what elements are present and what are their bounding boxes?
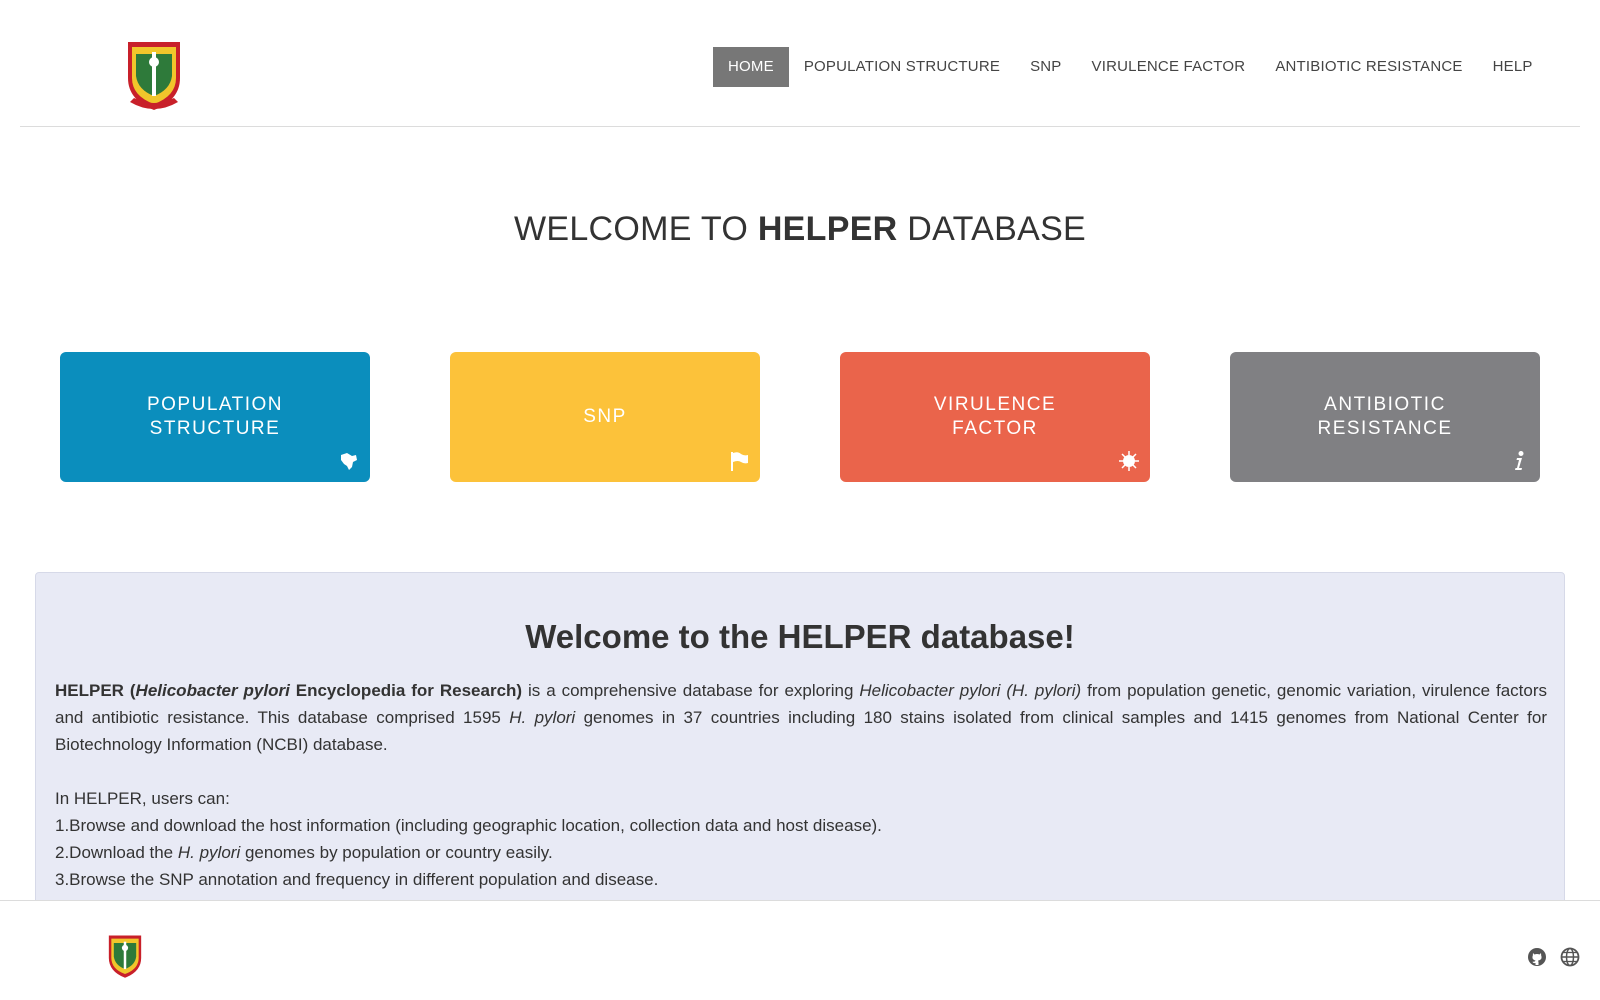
main-nav: HOME POPULATION STRUCTURE SNP VIRULENCE … [713, 47, 1548, 87]
users-can-label: In HELPER, users can: [55, 789, 230, 808]
nav-virulence-factor[interactable]: VIRULENCE FACTOR [1077, 47, 1261, 87]
title-prefix: WELCOME TO [513, 210, 758, 248]
panel-title: Welcome to the HELPER database! [525, 618, 1075, 655]
tile-label: POPULATION STRUCTURE [146, 394, 284, 439]
nav-help[interactable]: HELP [1478, 47, 1548, 87]
population-structure-tile[interactable]: POPULATION STRUCTURE [60, 352, 370, 482]
panel-body: HELPER (Helicobacter pylori Encyclopedia… [55, 677, 1547, 893]
list-item: 2.Download the H. pylori genomes by popu… [55, 843, 553, 862]
site-header: HOME POPULATION STRUCTURE SNP VIRULENCE … [20, 0, 1580, 127]
tile-label: ANTIBIOTIC RESISTANCE [1317, 394, 1453, 439]
nav-antibiotic-resistance[interactable]: ANTIBIOTIC RESISTANCE [1260, 47, 1477, 87]
list-item: 1.Browse and download the host informati… [55, 816, 882, 835]
nav-population-structure[interactable]: POPULATION STRUCTURE [789, 47, 1015, 87]
virulence-factor-tile[interactable]: VIRULENCE FACTOR [840, 352, 1150, 482]
globe-icon[interactable] [1560, 947, 1580, 967]
tile-label: SNP [583, 406, 627, 427]
university-logo[interactable] [124, 38, 184, 112]
page-title: WELCOME TO HELPER DATABASE [0, 210, 1600, 249]
info-icon [1515, 451, 1524, 470]
flag-icon [731, 452, 748, 471]
title-suffix: DATABASE [897, 210, 1087, 248]
helper-name: HELPER (Helicobacter pylori Encyclopedia… [55, 681, 523, 700]
tile-label: VIRULENCE FACTOR [933, 394, 1057, 439]
nav-home[interactable]: HOME [713, 47, 789, 87]
github-icon[interactable] [1527, 947, 1547, 967]
map-icon [341, 453, 357, 470]
site-footer [0, 900, 1600, 1000]
nav-snp[interactable]: SNP [1015, 47, 1076, 87]
footer-logo[interactable] [106, 933, 144, 979]
title-brand: HELPER [757, 210, 898, 248]
intro-paragraph: HELPER (Helicobacter pylori Encyclopedia… [55, 681, 1547, 754]
snp-tile[interactable]: SNP [450, 352, 760, 482]
antibiotic-resistance-tile[interactable]: ANTIBIOTIC RESISTANCE [1230, 352, 1540, 482]
bacteria-icon [1119, 451, 1139, 471]
list-item: 3.Browse the SNP annotation and frequenc… [55, 870, 659, 889]
